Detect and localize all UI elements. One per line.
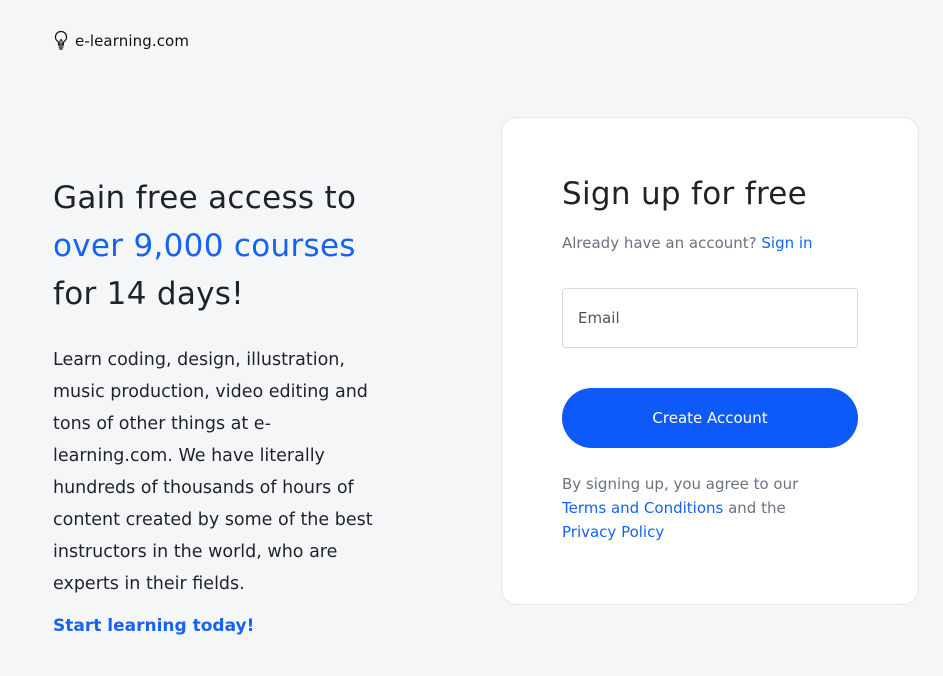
brand-name: e-learning.com: [75, 32, 190, 50]
email-field[interactable]: [562, 288, 858, 348]
start-learning-link[interactable]: Start learning today!: [53, 616, 254, 636]
signup-card: Sign up for free Already have an account…: [501, 117, 919, 605]
hero-description: Learn coding, design, illustration, musi…: [53, 350, 373, 594]
hero-section: Gain free access to over 9,000 courses f…: [53, 174, 413, 636]
signup-title: Sign up for free: [562, 176, 808, 212]
privacy-link[interactable]: Privacy Policy: [562, 523, 664, 541]
signin-link[interactable]: Sign in: [761, 234, 812, 252]
signin-prompt: Already have an account? Sign in: [562, 234, 813, 252]
lightbulb-icon: [54, 30, 68, 50]
hero-heading-line1: Gain free access to: [53, 180, 357, 216]
hero-heading-line3: for 14 days!: [53, 276, 244, 312]
terms-notice: By signing up, you agree to our Terms an…: [562, 472, 862, 544]
terms-link[interactable]: Terms and Conditions: [562, 499, 723, 517]
terms-middle: and the: [728, 499, 786, 517]
hero-heading: Gain free access to over 9,000 courses f…: [53, 174, 413, 318]
signin-prompt-text: Already have an account?: [562, 234, 757, 252]
terms-prefix: By signing up, you agree to our: [562, 475, 799, 493]
brand-logo[interactable]: e-learning.com: [53, 30, 189, 52]
hero-heading-highlight: over 9,000 courses: [53, 228, 356, 264]
create-account-button[interactable]: Create Account: [562, 388, 858, 448]
